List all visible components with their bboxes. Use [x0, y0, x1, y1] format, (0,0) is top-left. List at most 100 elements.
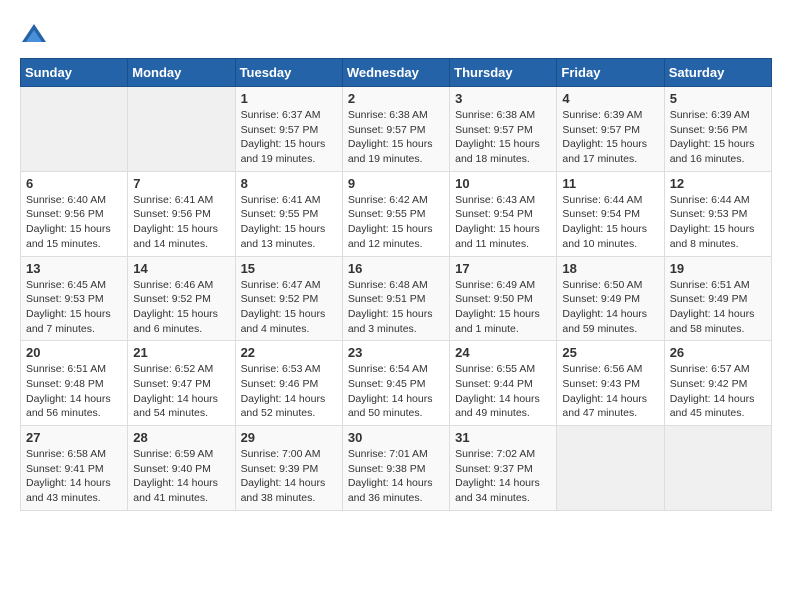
day-number: 29 [241, 430, 337, 445]
day-cell [21, 87, 128, 172]
day-number: 7 [133, 176, 229, 191]
day-number: 27 [26, 430, 122, 445]
day-cell: 10Sunrise: 6:43 AM Sunset: 9:54 PM Dayli… [450, 171, 557, 256]
day-info: Sunrise: 7:00 AM Sunset: 9:39 PM Dayligh… [241, 447, 337, 506]
week-row-4: 20 Sunrise: 6:51 AM Sunset: 9:48 PM Dayli… [21, 341, 772, 426]
day-number: 20 [26, 345, 122, 360]
day-cell: 14Sunrise: 6:46 AM Sunset: 9:52 PM Dayli… [128, 256, 235, 341]
day-number: 15 [241, 261, 337, 276]
day-cell: 9 Sunrise: 6:42 AM Sunset: 9:55 PM Daylig… [342, 171, 449, 256]
day-info: Sunrise: 6:53 AM Sunset: 9:46 PM Dayligh… [241, 362, 337, 421]
day-cell: 15Sunrise: 6:47 AM Sunset: 9:52 PM Dayli… [235, 256, 342, 341]
day-number: 13 [26, 261, 122, 276]
header-cell-tuesday: Tuesday [235, 59, 342, 87]
day-info: Sunrise: 6:55 AM Sunset: 9:44 PM Dayligh… [455, 362, 551, 421]
day-number: 16 [348, 261, 444, 276]
day-number: 24 [455, 345, 551, 360]
header-cell-wednesday: Wednesday [342, 59, 449, 87]
day-number: 12 [670, 176, 766, 191]
day-number: 30 [348, 430, 444, 445]
day-info: Sunrise: 6:38 AM Sunset: 9:57 PM Dayligh… [348, 108, 444, 167]
week-row-3: 13 Sunrise: 6:45 AM Sunset: 9:53 PM Dayli… [21, 256, 772, 341]
day-info: Sunrise: 6:51 AM Sunset: 9:48 PM Dayligh… [26, 362, 122, 421]
day-number: 31 [455, 430, 551, 445]
day-cell: 21Sunrise: 6:52 AM Sunset: 9:47 PM Dayli… [128, 341, 235, 426]
day-cell: 6 Sunrise: 6:40 AM Sunset: 9:56 PM Daylig… [21, 171, 128, 256]
day-cell: 25 Sunrise: 6:56 AM Sunset: 9:43 PM Dayli… [557, 341, 664, 426]
header [20, 20, 772, 48]
day-info: Sunrise: 6:54 AM Sunset: 9:45 PM Dayligh… [348, 362, 444, 421]
day-cell: 19 Sunrise: 6:51 AM Sunset: 9:49 PM Dayli… [664, 256, 771, 341]
day-info: Sunrise: 7:01 AM Sunset: 9:38 PM Dayligh… [348, 447, 444, 506]
day-info: Sunrise: 7:02 AM Sunset: 9:37 PM Dayligh… [455, 447, 551, 506]
day-info: Sunrise: 6:38 AM Sunset: 9:57 PM Dayligh… [455, 108, 551, 167]
day-number: 11 [562, 176, 658, 191]
day-number: 19 [670, 261, 766, 276]
day-cell: 13 Sunrise: 6:45 AM Sunset: 9:53 PM Dayli… [21, 256, 128, 341]
day-cell: 22 Sunrise: 6:53 AM Sunset: 9:46 PM Dayli… [235, 341, 342, 426]
day-cell: 4Sunrise: 6:39 AM Sunset: 9:57 PM Daylig… [557, 87, 664, 172]
day-cell: 24 Sunrise: 6:55 AM Sunset: 9:44 PM Dayli… [450, 341, 557, 426]
day-info: Sunrise: 6:56 AM Sunset: 9:43 PM Dayligh… [562, 362, 658, 421]
day-info: Sunrise: 6:44 AM Sunset: 9:54 PM Dayligh… [562, 193, 658, 252]
day-info: Sunrise: 6:57 AM Sunset: 9:42 PM Dayligh… [670, 362, 766, 421]
day-number: 5 [670, 91, 766, 106]
header-cell-saturday: Saturday [664, 59, 771, 87]
day-number: 9 [348, 176, 444, 191]
day-cell: 17 Sunrise: 6:49 AM Sunset: 9:50 PM Dayli… [450, 256, 557, 341]
day-number: 1 [241, 91, 337, 106]
day-number: 3 [455, 91, 551, 106]
day-cell: 27 Sunrise: 6:58 AM Sunset: 9:41 PM Dayli… [21, 426, 128, 511]
day-info: Sunrise: 6:41 AM Sunset: 9:55 PM Dayligh… [241, 193, 337, 252]
day-info: Sunrise: 6:51 AM Sunset: 9:49 PM Dayligh… [670, 278, 766, 337]
logo [20, 20, 52, 48]
day-cell: 16 Sunrise: 6:48 AM Sunset: 9:51 PM Dayli… [342, 256, 449, 341]
day-cell: 31 Sunrise: 7:02 AM Sunset: 9:37 PM Dayli… [450, 426, 557, 511]
day-cell: 29 Sunrise: 7:00 AM Sunset: 9:39 PM Dayli… [235, 426, 342, 511]
day-info: Sunrise: 6:43 AM Sunset: 9:54 PM Dayligh… [455, 193, 551, 252]
day-cell [128, 87, 235, 172]
day-cell: 2 Sunrise: 6:38 AM Sunset: 9:57 PM Daylig… [342, 87, 449, 172]
header-cell-friday: Friday [557, 59, 664, 87]
day-cell: 18Sunrise: 6:50 AM Sunset: 9:49 PM Dayli… [557, 256, 664, 341]
day-cell: 30 Sunrise: 7:01 AM Sunset: 9:38 PM Dayli… [342, 426, 449, 511]
day-number: 22 [241, 345, 337, 360]
day-cell: 12 Sunrise: 6:44 AM Sunset: 9:53 PM Dayli… [664, 171, 771, 256]
day-info: Sunrise: 6:59 AM Sunset: 9:40 PM Dayligh… [133, 447, 229, 506]
day-number: 2 [348, 91, 444, 106]
day-info: Sunrise: 6:45 AM Sunset: 9:53 PM Dayligh… [26, 278, 122, 337]
day-info: Sunrise: 6:40 AM Sunset: 9:56 PM Dayligh… [26, 193, 122, 252]
header-cell-thursday: Thursday [450, 59, 557, 87]
day-info: Sunrise: 6:39 AM Sunset: 9:57 PM Dayligh… [562, 108, 658, 167]
day-info: Sunrise: 6:48 AM Sunset: 9:51 PM Dayligh… [348, 278, 444, 337]
header-cell-sunday: Sunday [21, 59, 128, 87]
day-number: 23 [348, 345, 444, 360]
day-info: Sunrise: 6:49 AM Sunset: 9:50 PM Dayligh… [455, 278, 551, 337]
day-info: Sunrise: 6:46 AM Sunset: 9:52 PM Dayligh… [133, 278, 229, 337]
day-number: 25 [562, 345, 658, 360]
day-cell: 28Sunrise: 6:59 AM Sunset: 9:40 PM Dayli… [128, 426, 235, 511]
day-number: 17 [455, 261, 551, 276]
day-info: Sunrise: 6:41 AM Sunset: 9:56 PM Dayligh… [133, 193, 229, 252]
day-cell: 11 Sunrise: 6:44 AM Sunset: 9:54 PM Dayli… [557, 171, 664, 256]
day-info: Sunrise: 6:42 AM Sunset: 9:55 PM Dayligh… [348, 193, 444, 252]
calendar: SundayMondayTuesdayWednesdayThursdayFrid… [20, 58, 772, 511]
logo-icon [20, 20, 48, 48]
header-cell-monday: Monday [128, 59, 235, 87]
week-row-2: 6 Sunrise: 6:40 AM Sunset: 9:56 PM Daylig… [21, 171, 772, 256]
day-info: Sunrise: 6:52 AM Sunset: 9:47 PM Dayligh… [133, 362, 229, 421]
day-cell: 20 Sunrise: 6:51 AM Sunset: 9:48 PM Dayli… [21, 341, 128, 426]
header-row: SundayMondayTuesdayWednesdayThursdayFrid… [21, 59, 772, 87]
day-number: 18 [562, 261, 658, 276]
day-cell: 26 Sunrise: 6:57 AM Sunset: 9:42 PM Dayli… [664, 341, 771, 426]
day-info: Sunrise: 6:44 AM Sunset: 9:53 PM Dayligh… [670, 193, 766, 252]
day-number: 6 [26, 176, 122, 191]
day-cell: 5 Sunrise: 6:39 AM Sunset: 9:56 PM Daylig… [664, 87, 771, 172]
day-info: Sunrise: 6:39 AM Sunset: 9:56 PM Dayligh… [670, 108, 766, 167]
day-number: 8 [241, 176, 337, 191]
week-row-1: 1Sunrise: 6:37 AM Sunset: 9:57 PM Daylig… [21, 87, 772, 172]
day-number: 26 [670, 345, 766, 360]
day-cell [557, 426, 664, 511]
day-cell: 7 Sunrise: 6:41 AM Sunset: 9:56 PM Daylig… [128, 171, 235, 256]
day-info: Sunrise: 6:58 AM Sunset: 9:41 PM Dayligh… [26, 447, 122, 506]
